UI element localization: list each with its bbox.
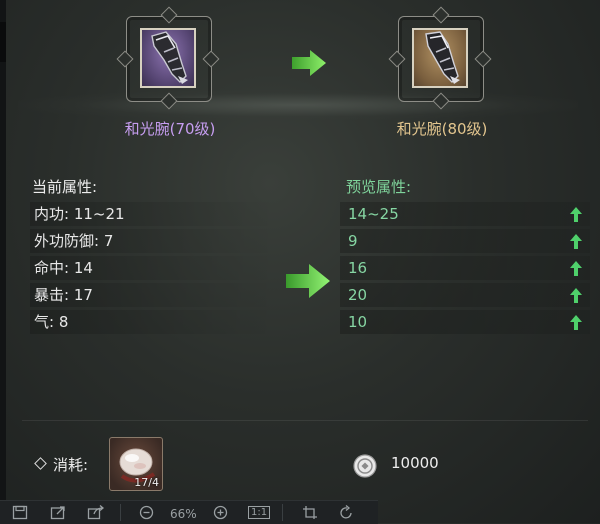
viewer-toolbar: 66% 1:1 [0, 500, 378, 524]
bracer-icon [425, 31, 460, 84]
stat-text: 10 [348, 313, 368, 331]
zoom-out-icon[interactable] [139, 505, 154, 520]
cost-divider [22, 420, 588, 421]
upgrade-arrow-icon [292, 50, 326, 76]
to-item-icon-bg [412, 28, 468, 88]
toolbar-separator [282, 504, 283, 521]
to-item-slot[interactable] [388, 6, 492, 110]
edge-mark [0, 22, 6, 62]
left-edge-bar [0, 0, 6, 523]
share-icon[interactable] [87, 505, 105, 520]
from-item-name: 和光腕(70级) [124, 120, 216, 138]
diamond-bullet-icon [34, 457, 47, 470]
from-item-slot[interactable] [116, 6, 220, 110]
up-arrow-icon [570, 207, 582, 222]
preview-stat-row: 16 [340, 256, 590, 280]
preview-stat-row: 14~25 [340, 202, 590, 226]
export-icon[interactable] [50, 505, 66, 520]
stat-text: 外功防御: 7 [34, 232, 114, 250]
current-stat-row: 命中: 14 [30, 256, 280, 280]
material-slot[interactable]: 17/4 [109, 437, 163, 491]
stat-text: 20 [348, 286, 368, 304]
preview-stat-row: 9 [340, 229, 590, 253]
preview-stats-title: 预览属性: [346, 178, 412, 196]
stat-text: 内功: 11~21 [34, 205, 125, 223]
actual-size-icon[interactable]: 1:1 [248, 506, 271, 519]
to-item-name: 和光腕(80级) [396, 120, 488, 138]
bracer-icon [151, 31, 188, 84]
stat-text: 14~25 [348, 205, 399, 223]
up-arrow-icon [570, 261, 582, 276]
stat-text: 9 [348, 232, 358, 250]
stat-text: 命中: 14 [34, 259, 93, 277]
toolbar-separator [120, 504, 121, 521]
rotate-icon[interactable] [339, 505, 354, 520]
cost-label: 消耗: [53, 456, 89, 474]
stat-text: 16 [348, 259, 368, 277]
item-platform [18, 90, 578, 120]
material-count: 17/4 [134, 476, 159, 489]
stat-text: 气: 8 [34, 313, 69, 331]
current-stat-row: 外功防御: 7 [30, 229, 280, 253]
up-arrow-icon [570, 234, 582, 249]
coin-icon [353, 454, 377, 478]
from-item-icon-bg [140, 28, 196, 88]
current-stat-row: 内功: 11~21 [30, 202, 280, 226]
compare-arrow-icon [286, 264, 330, 298]
up-arrow-icon [570, 288, 582, 303]
current-stat-row: 暴击: 17 [30, 283, 280, 307]
current-stats-title: 当前属性: [32, 178, 98, 196]
save-icon[interactable] [12, 505, 28, 520]
stat-text: 暴击: 17 [34, 286, 93, 304]
current-stat-row: 气: 8 [30, 310, 280, 334]
zoom-level: 66% [170, 507, 197, 521]
preview-stat-row: 20 [340, 283, 590, 307]
currency-amount: 10000 [391, 454, 439, 472]
crop-icon[interactable] [302, 505, 318, 520]
preview-stat-row: 10 [340, 310, 590, 334]
up-arrow-icon [570, 315, 582, 330]
zoom-in-icon[interactable] [213, 505, 228, 520]
